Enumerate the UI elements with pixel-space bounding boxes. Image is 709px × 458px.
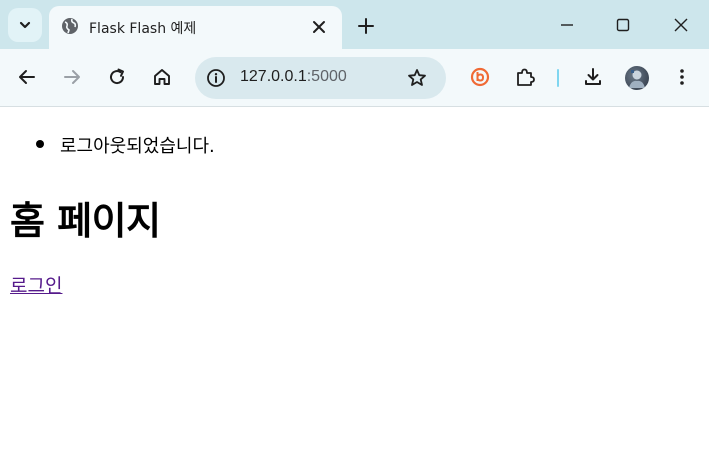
bookmark-star-icon[interactable] [406, 67, 428, 89]
window-close-icon[interactable] [670, 14, 692, 36]
reload-icon[interactable] [106, 66, 128, 88]
site-info-icon[interactable] [206, 68, 226, 88]
url-text[interactable]: 127.0.0.1:5000 [240, 68, 347, 86]
flash-message-list: 로그아웃되었습니다. [36, 132, 215, 158]
toolbar-separator [557, 69, 559, 87]
avatar-image [629, 70, 645, 88]
home-icon[interactable] [151, 66, 173, 88]
close-icon[interactable] [309, 17, 329, 37]
url-host: 127.0.0.1 [240, 68, 307, 85]
page-heading: 홈 페이지 [10, 199, 161, 243]
address-bar[interactable]: 127.0.0.1:5000 [195, 57, 446, 99]
new-tab-plus-icon[interactable] [355, 15, 377, 37]
extensions-puzzle-icon[interactable] [514, 66, 536, 88]
forward-arrow-icon[interactable] [61, 66, 83, 88]
page-content: 로그아웃되었습니다. 홈 페이지 로그인 [0, 108, 709, 458]
bullet-marker [36, 140, 44, 148]
minimize-icon[interactable] [556, 14, 578, 36]
kebab-menu-icon[interactable] [671, 66, 693, 88]
download-icon[interactable] [582, 66, 604, 88]
browser-tab[interactable]: Flask Flash 예제 [49, 6, 342, 49]
extension-b-icon[interactable] [469, 66, 491, 88]
maximize-icon[interactable] [612, 14, 634, 36]
login-link[interactable]: 로그인 [10, 271, 62, 298]
profile-avatar[interactable] [625, 66, 649, 90]
browser-toolbar: 127.0.0.1:5000 [0, 49, 709, 107]
back-arrow-icon[interactable] [16, 66, 38, 88]
flash-message-text: 로그아웃되었습니다. [60, 136, 215, 157]
globe-icon [62, 18, 78, 34]
tab-search-button[interactable] [8, 8, 42, 42]
chevron-down-icon [19, 21, 31, 29]
tab-title: Flask Flash 예제 [89, 21, 197, 37]
tab-strip: Flask Flash 예제 [0, 0, 709, 49]
url-port: :5000 [306, 68, 347, 85]
flash-message: 로그아웃되었습니다. [36, 132, 215, 158]
